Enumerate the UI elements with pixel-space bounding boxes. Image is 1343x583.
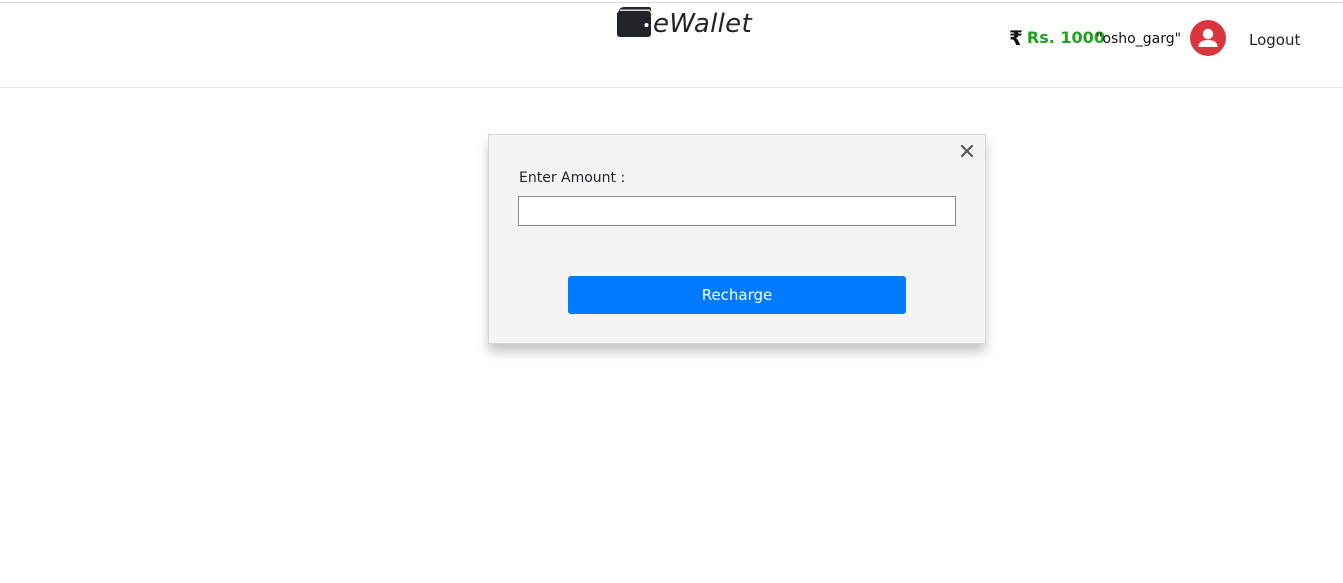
recharge-button[interactable]: Recharge (568, 276, 906, 314)
rupee-icon: ₹ (1009, 26, 1023, 50)
user-icon (1198, 28, 1218, 47)
logout-link[interactable]: Logout (1249, 30, 1300, 50)
amount-input[interactable] (518, 196, 956, 226)
navbar: eWallet ₹ Rs. 1000 "osho_garg" Logout (0, 3, 1343, 88)
amount-label: Enter Amount : (519, 170, 626, 186)
brand-name: eWallet (653, 9, 752, 39)
recharge-modal: Enter Amount : Recharge (488, 134, 986, 344)
wallet-balance: ₹ Rs. 1000 (1009, 25, 1105, 51)
balance-amount: Rs. 1000 (1026, 28, 1105, 47)
username: "osho_garg" (1096, 31, 1182, 47)
brand-logo[interactable]: eWallet (616, 5, 752, 41)
close-icon[interactable] (958, 142, 976, 160)
avatar[interactable] (1190, 20, 1226, 56)
wallet-icon (617, 7, 651, 37)
